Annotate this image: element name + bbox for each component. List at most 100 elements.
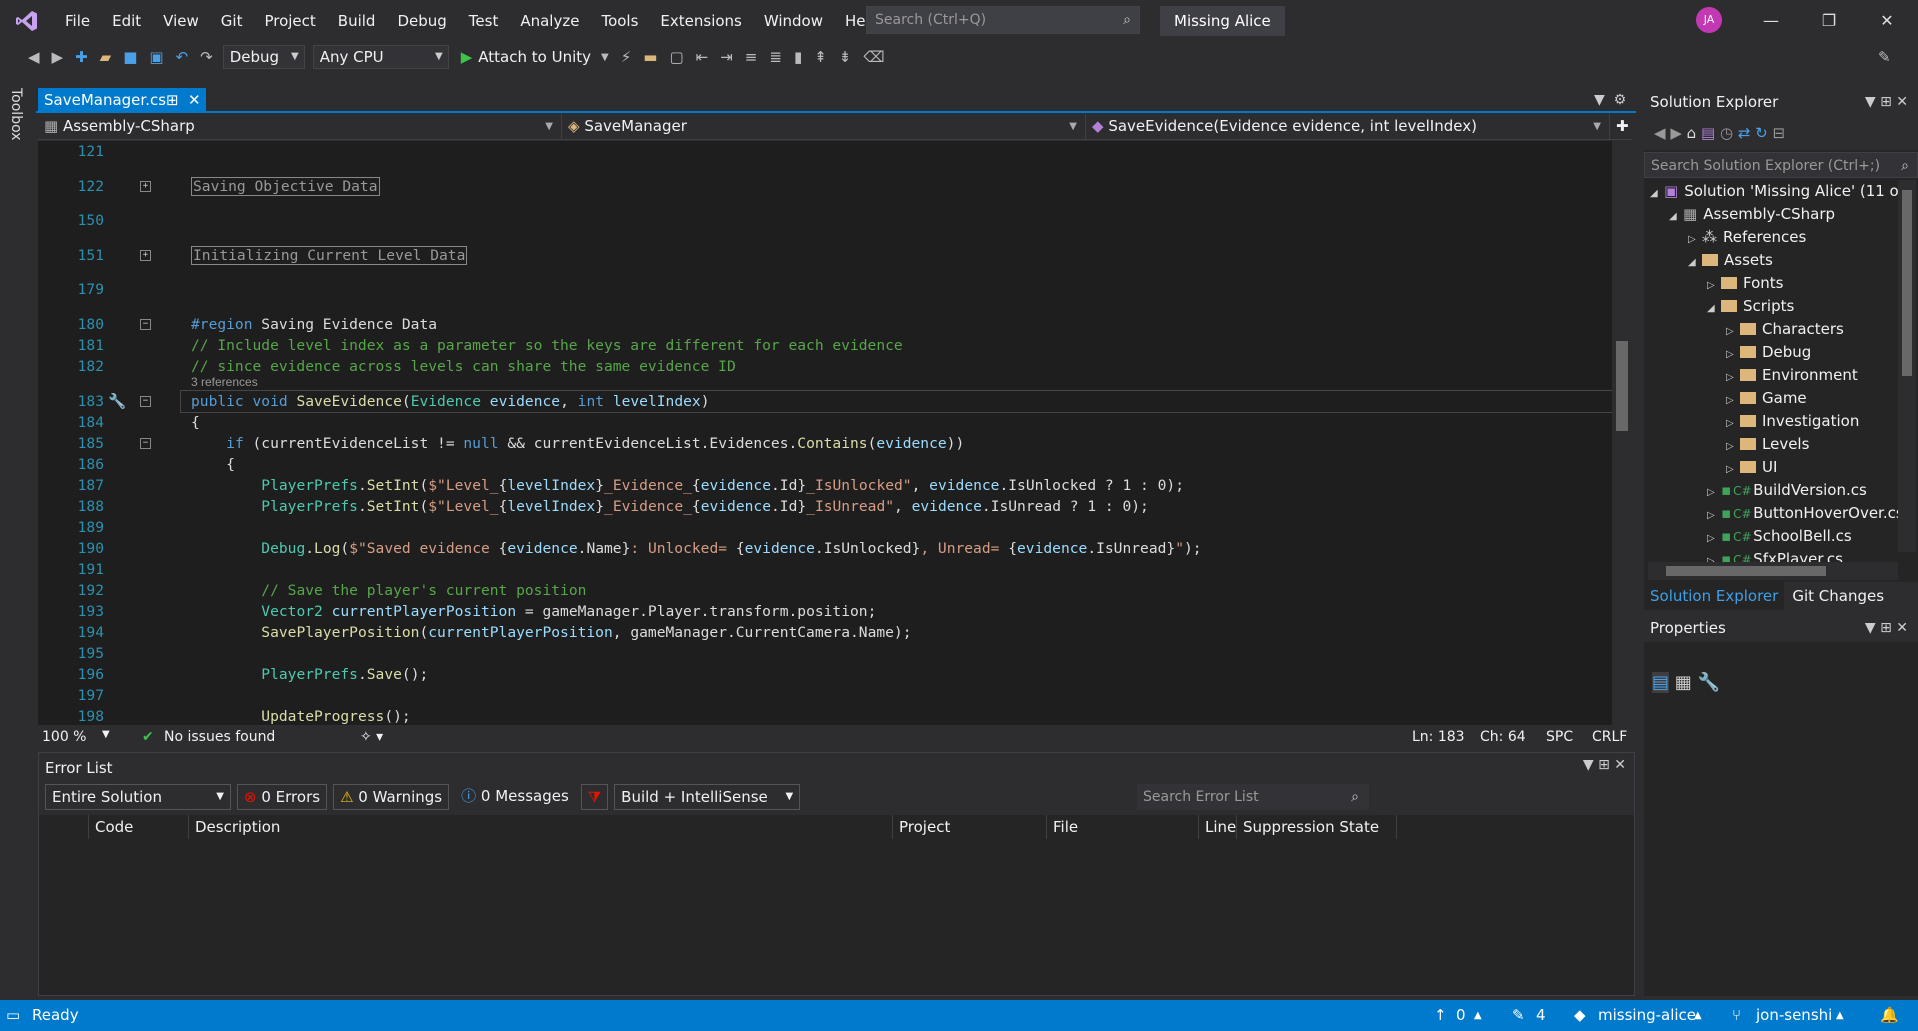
history-icon[interactable]: ◷ [1720,124,1733,142]
menu-extensions[interactable]: Extensions [649,0,752,42]
undo-icon[interactable]: ↶ [176,48,189,66]
tab-git-changes[interactable]: Git Changes [1784,582,1892,610]
tree-item-fonts[interactable]: ▷ Fonts [1707,272,1783,295]
member-dropdown[interactable]: ◆ SaveEvidence(Evidence evidence, int le… [1086,114,1610,139]
step-icon[interactable]: ⇤ [696,48,709,66]
menu-git[interactable]: Git [210,0,254,42]
column-line[interactable]: Line [1199,815,1237,839]
zoom-dropdown-icon[interactable]: ▼ [102,729,110,740]
code-line[interactable]: 187 PlayerPrefs.SetInt($"Level_{levelInd… [60,475,1612,496]
solution-search-input[interactable]: Search Solution Explorer (Ctrl+;) ⌕ [1644,152,1918,178]
menu-analyze[interactable]: Analyze [509,0,590,42]
expand-icon[interactable]: ▷ [1707,274,1721,297]
code-line[interactable]: 196 PlayerPrefs.Save(); [60,664,1612,685]
tree-item-game[interactable]: ▷ Game [1726,387,1807,410]
configuration-select[interactable]: Debug ▼ [222,45,305,69]
toggle-icon[interactable]: ⇥ [720,48,733,66]
notifications-icon[interactable]: 🔔 [1880,1000,1899,1031]
code-line[interactable]: 181// Include level index as a parameter… [60,335,1612,356]
save-all-icon[interactable]: ▣ [149,48,163,66]
line-number[interactable]: Ln: 183 [1412,729,1465,745]
close-tab-icon[interactable]: ✕ [188,88,201,113]
code-line[interactable]: 197 [60,685,1612,706]
menu-view[interactable]: View [152,0,210,42]
chevron-up-icon[interactable]: ▲ [1836,1000,1844,1031]
pending-changes[interactable]: 4 [1536,1000,1546,1031]
menu-project[interactable]: Project [253,0,326,42]
browser-icon[interactable]: ▢ [669,48,683,66]
column-sort-icon[interactable] [39,815,89,839]
toolbox-tab[interactable]: Toolbox [0,80,34,997]
outdent-icon[interactable]: ≣ [769,48,782,66]
line-ending[interactable]: CRLF [1592,729,1627,745]
split-icon[interactable]: ✚ [1610,114,1632,139]
solution-vertical-scrollbar[interactable] [1898,180,1916,552]
zoom-level[interactable]: 100 % [42,729,86,745]
tree-item-scripts[interactable]: ◢ Scripts [1707,295,1794,318]
code-line[interactable]: 150 [60,210,1612,231]
menu-edit[interactable]: Edit [101,0,152,42]
switch-views-icon[interactable]: ▤ [1701,124,1715,142]
warnings-filter-button[interactable]: ⚠ 0 Warnings [333,784,450,810]
prev-bookmark-icon[interactable]: ⇞ [814,48,827,66]
expand-icon[interactable]: ▷ [1726,343,1740,366]
tree-item-characters[interactable]: ▷ Characters [1726,318,1844,341]
column-file[interactable]: File [1047,815,1199,839]
issues-status[interactable]: No issues found [164,729,275,745]
scrollbar-thumb[interactable] [1616,341,1628,431]
quick-actions-icon[interactable]: 🔧 [108,391,126,412]
code-line[interactable]: 194 SavePlayerPosition(currentPlayerPosi… [60,622,1612,643]
tree-item-ui[interactable]: ▷ UI [1726,456,1777,479]
back-icon[interactable]: ◀ [1654,124,1666,142]
sync-icon[interactable]: ⇄ [1738,124,1751,142]
project-dropdown[interactable]: ▦ Assembly-CSharp ▼ [38,114,562,139]
fold-toggle-icon[interactable]: + [140,180,151,192]
tree-item-debug[interactable]: ▷ Debug [1726,341,1811,364]
folder-icon[interactable]: ▬ [643,48,657,66]
up-arrow-icon[interactable]: ↑ [1434,1000,1447,1031]
restore-icon[interactable]: ❐ [1800,0,1858,42]
code-line[interactable]: 179 [60,279,1612,300]
editor-vertical-scrollbar[interactable] [1612,141,1632,725]
fold-toggle-icon[interactable]: − [140,318,151,330]
branch-name[interactable]: jon-senshi [1756,1000,1832,1031]
expand-icon[interactable]: ▷ [1726,389,1740,412]
hot-reload-icon[interactable]: ⚡ [621,48,632,66]
messages-filter-button[interactable]: ⓘ 0 Messages [455,784,575,810]
menu-build[interactable]: Build [327,0,387,42]
forward-icon[interactable]: ▶ [52,48,64,66]
code-line[interactable]: 180− #region Saving Evidence Data [60,314,1612,335]
pin-icon[interactable]: ⊞ [166,88,179,113]
tree-item-assets[interactable]: ◢ Assets [1688,249,1773,272]
fold-toggle-icon[interactable]: − [140,395,151,407]
menu-file[interactable]: File [54,0,101,42]
refresh-icon[interactable]: ↻ [1755,124,1768,142]
column-project[interactable]: Project [893,815,1047,839]
repository-icon[interactable]: ◆ [1574,1000,1586,1031]
references-codelens[interactable]: 3 references [191,375,258,389]
open-icon[interactable]: ▰ [100,48,112,66]
column-suppression-state[interactable]: Suppression State [1237,815,1397,839]
tab-savemanager[interactable]: SaveManager.cs ⊞ ✕ [38,88,206,113]
tree-item-schoolbell-cs[interactable]: ▷ ▪ C# SchoolBell.cs [1707,525,1852,548]
column-code[interactable]: Code [89,815,189,839]
solution-horizontal-scrollbar[interactable] [1648,562,1898,580]
next-bookmark-icon[interactable]: ⇟ [839,48,852,66]
expand-icon[interactable]: ▷ [1726,458,1740,481]
clear-bookmark-icon[interactable]: ⌫ [863,48,884,66]
tree-item-buttonhoverover-cs[interactable]: ▷ ▪ C# ButtonHoverOver.cs [1707,502,1904,525]
menu-test[interactable]: Test [458,0,510,42]
fold-toggle-icon[interactable]: + [140,249,151,261]
code-line[interactable]: 198 UpdateProgress(); [60,706,1612,726]
code-line[interactable]: 192 // Save the player's current positio… [60,580,1612,601]
code-line[interactable]: 185− if (currentEvidenceList != null && … [60,433,1612,454]
repository-name[interactable]: missing-alice [1598,1000,1696,1031]
minimize-icon[interactable]: — [1742,0,1800,42]
expand-icon[interactable]: ▷ [1726,366,1740,389]
branch-icon[interactable]: ⑂ [1732,1000,1741,1031]
code-line[interactable]: 151 + Initializing Current Level Data [60,245,1612,266]
tree-item-assembly-csharp[interactable]: ◢ ▦ Assembly-CSharp [1669,203,1835,226]
avatar[interactable]: JA [1696,7,1722,33]
categorized-icon[interactable]: ▤ [1652,672,1670,693]
code-line[interactable]: 193 Vector2 currentPlayerPosition = game… [60,601,1612,622]
